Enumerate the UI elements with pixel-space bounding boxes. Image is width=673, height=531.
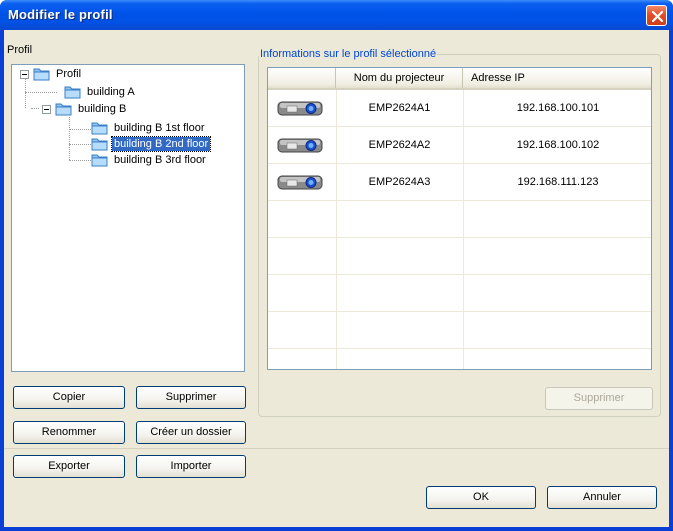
title-bar[interactable]: Modifier le profil [0,0,673,30]
empty-row [268,275,651,312]
ok-button[interactable]: OK [426,486,536,509]
tree-connector [69,117,70,160]
projector-name: EMP2624A3 [368,176,431,188]
tree-connector [25,92,57,93]
delete-profile-button[interactable]: Supprimer [136,386,246,409]
folder-icon [91,122,108,135]
tree-node-label: Profil [56,68,82,80]
group-label: Informations sur le profil sélectionné [259,48,438,60]
cancel-button[interactable]: Annuler [547,486,657,509]
projector-name: EMP2624A2 [368,139,431,151]
tree-connector [25,79,26,108]
tree-node-building-a[interactable]: building A [64,84,137,100]
tree-node-building-b[interactable]: building B [42,101,128,117]
dialog-window: Modifier le profil Profil Profil buildin… [0,0,673,531]
projector-ip: 192.168.100.102 [516,139,600,151]
tree-node-building-b-3rd-floor[interactable]: building B 3rd floor [91,152,208,168]
tree-connector [31,108,39,109]
dialog-client-area: Profil Profil building A building B buil… [4,30,669,527]
close-icon [651,10,664,23]
column-header-ip[interactable]: Adresse IP [463,68,651,88]
delete-projector-button[interactable]: Supprimer [545,387,653,410]
projector-name: EMP2624A1 [368,102,431,114]
tree-connector [69,129,91,130]
tree-node-label: building B [78,103,127,115]
tree-node-label-selected: building B 2nd floor [110,136,212,152]
tree-connector [69,160,91,161]
column-header-icon[interactable] [268,68,336,88]
tree-node-label: building A [87,86,135,98]
tree-node-building-b-2nd-floor[interactable]: building B 2nd floor [91,136,212,152]
selected-profile-info-group: Informations sur le profil sélectionné N… [258,48,661,417]
tree-node-label: building B 3rd floor [114,154,206,166]
import-button[interactable]: Importer [136,455,246,478]
table-row[interactable]: EMP2624A2 192.168.100.102 [268,127,651,164]
tree-connector [69,144,91,145]
profile-tree[interactable]: Profil building A building B building B … [11,64,245,372]
column-header-name[interactable]: Nom du projecteur [336,68,463,88]
table-row[interactable]: EMP2624A3 192.168.111.123 [268,164,651,201]
projector-icon [277,101,323,116]
table-row[interactable]: EMP2624A1 192.168.100.101 [268,90,651,127]
create-folder-button[interactable]: Créer un dossier [136,421,246,444]
folder-icon [91,154,108,167]
tree-node-profil[interactable]: Profil [20,66,83,82]
empty-row [268,238,651,275]
empty-row [268,349,651,369]
projector-icon [277,175,323,190]
footer-separator [4,448,669,449]
list-header: Nom du projecteur Adresse IP [268,68,651,90]
tree-node-building-b-1st-floor[interactable]: building B 1st floor [91,120,207,136]
copy-button[interactable]: Copier [13,386,125,409]
projector-icon [277,138,323,153]
projector-ip: 192.168.100.101 [516,102,600,114]
close-button[interactable] [646,5,667,26]
folder-icon [33,68,50,81]
profile-label: Profil [7,44,33,56]
collapse-icon[interactable] [20,69,29,79]
collapse-icon[interactable] [42,104,51,114]
empty-row [268,201,651,238]
empty-row [268,312,651,349]
projector-ip: 192.168.111.123 [517,176,599,188]
folder-icon [91,138,108,151]
export-button[interactable]: Exporter [13,455,125,478]
folder-icon [64,86,81,99]
folder-icon [55,103,72,116]
tree-node-label: building B 1st floor [114,122,205,134]
projector-list[interactable]: Nom du projecteur Adresse IP EMP2624A1 1… [267,67,652,370]
rename-button[interactable]: Renommer [13,421,125,444]
window-title: Modifier le profil [8,7,113,22]
